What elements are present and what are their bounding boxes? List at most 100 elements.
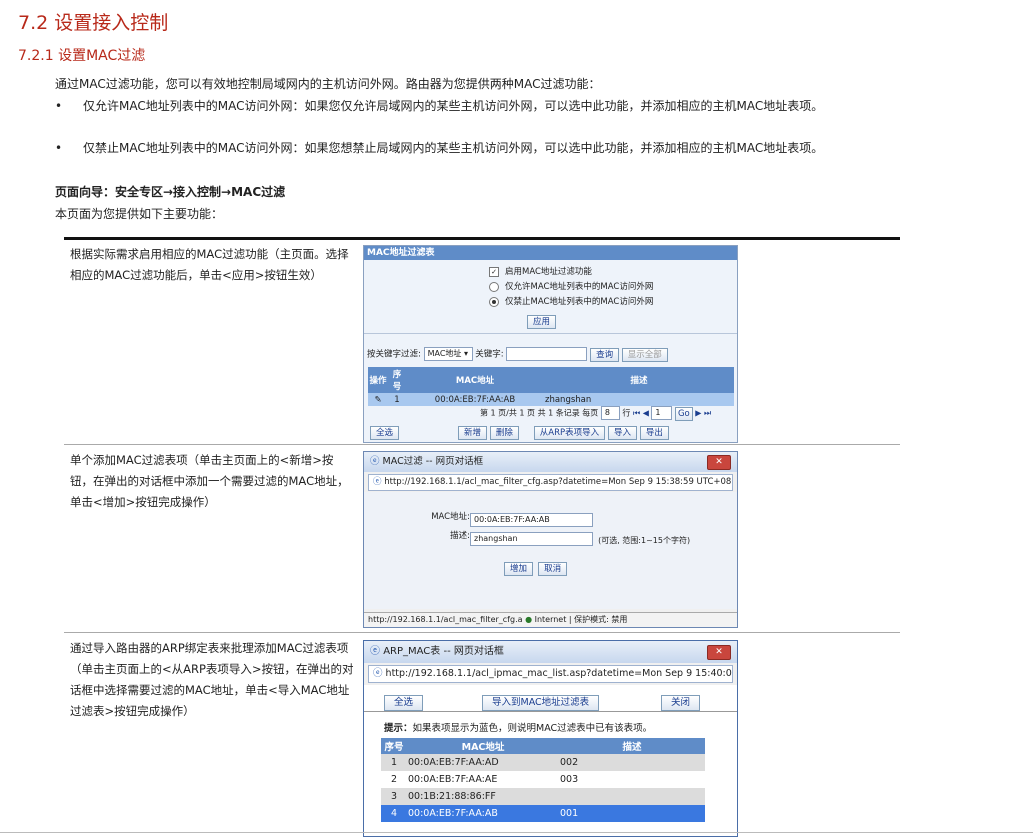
deny-option[interactable]: 仅禁止MAC地址列表中的MAC访问外网 <box>489 295 653 310</box>
close-button[interactable]: 关闭 <box>661 695 701 711</box>
row-desc: 003 <box>560 774 579 785</box>
table-top-rule <box>64 237 900 240</box>
confirm-add-button[interactable]: 增加 <box>504 562 534 576</box>
enable-filter-option[interactable]: ✓ 启用MAC地址过滤功能 <box>489 265 653 280</box>
table-row[interactable]: 3 00:1B:21:88:86:FF <box>381 788 705 805</box>
tip-label: 提示： <box>384 723 413 734</box>
select-all-button[interactable]: 全选 <box>384 695 424 711</box>
table-row-selected[interactable]: 4 00:0A:EB:7F:AA:AB 001 <box>381 805 705 822</box>
dialog-titlebar: ⓔ ARP_MAC表 -- 网页对话框 ✕ <box>364 641 737 663</box>
page-input[interactable]: 1 <box>651 406 673 420</box>
last-page-icon[interactable]: ⏭ <box>704 409 711 418</box>
next-page-icon[interactable]: ▶ <box>695 409 701 418</box>
bullet-dot: • <box>55 141 63 155</box>
col-header: 操作 <box>369 376 387 386</box>
bullet-text: 仅禁止MAC地址列表中的MAC访问外网：如果您想禁止局域网内的某些主机访问外网，… <box>83 141 824 155</box>
table-row[interactable]: 1 00:0A:EB:7F:AA:AD 002 <box>381 754 705 771</box>
prev-page-icon[interactable]: ◀ <box>643 409 649 418</box>
edit-icon[interactable]: ✎ <box>368 393 388 406</box>
col-header: 序号 <box>392 370 402 392</box>
export-button[interactable]: 导出 <box>639 426 669 440</box>
import-to-filter-button[interactable]: 导入到MAC地址过滤表 <box>482 695 600 711</box>
apply-button[interactable]: 应用 <box>527 315 557 329</box>
row-no: 3 <box>390 791 398 802</box>
row-no: 1 <box>394 394 400 405</box>
col-header: 序号 <box>384 742 404 753</box>
url-bar: ⓔ http://192.168.1.1/acl_ipmac_mac_list.… <box>368 665 733 683</box>
deny-label: 仅禁止MAC地址列表中的MAC访问外网 <box>505 297 654 307</box>
page-bottom-rule <box>0 832 1033 833</box>
status-zone: Internet | 保护模式: 禁用 <box>534 615 628 624</box>
row-no: 1 <box>390 757 398 768</box>
per-page-input[interactable]: 8 <box>600 406 620 420</box>
add-mac-dialog-screenshot: ⓔ MAC过滤 -- 网页对话框 ✕ ⓔ http://192.168.1.1/… <box>363 451 738 628</box>
keyword-input[interactable] <box>506 347 588 361</box>
row-description: 根据实际需求启用相应的MAC过滤功能（主页面。选择相应的MAC过滤功能后，单击<… <box>70 247 349 282</box>
row-no: 2 <box>390 774 398 785</box>
allow-option[interactable]: 仅允许MAC地址列表中的MAC访问外网 <box>489 280 653 295</box>
url-text: http://192.168.1.1/acl_mac_filter_cfg.as… <box>384 477 733 487</box>
row-mac: 00:0A:EB:7F:AA:AE <box>408 774 498 785</box>
row-description: 通过导入路由器的ARP绑定表来批理添加MAC过滤表项（单击主页面上的<从ARP表… <box>70 641 354 718</box>
mac-filter-table: 操作 序号 MAC地址 描述 ✎ 1 00:0A:EB:7F:AA:AB zha… <box>368 367 734 406</box>
add-button[interactable]: 新增 <box>458 426 488 440</box>
desc-input[interactable]: zhangshan <box>470 531 593 546</box>
radio-icon[interactable] <box>489 281 499 292</box>
filter-select[interactable]: MAC地址 ▾ <box>423 347 473 361</box>
row-mac: 00:0A:EB:7F:AA:AB <box>408 808 498 819</box>
status-bar: http://192.168.1.1/acl_mac_filter_cfg.a … <box>364 612 737 627</box>
globe-icon: ● <box>525 615 533 624</box>
pager-text: 第 1 页/共 1 页 共 1 条记录 每页 <box>480 408 599 418</box>
arp-mac-table: 序号 MAC地址 描述 1 00:0A:EB:7F:AA:AD 002 2 00… <box>381 738 705 822</box>
bullet-item: • 仅禁止MAC地址列表中的MAC访问外网：如果您想禁止局域网内的某些主机访问外… <box>55 138 915 159</box>
row-divider <box>64 632 900 633</box>
dialog-titlebar: ⓔ MAC过滤 -- 网页对话框 ✕ <box>364 452 737 472</box>
dialog-title: MAC过滤 -- 网页对话框 <box>382 456 484 467</box>
ie-icon: ⓔ <box>370 456 380 467</box>
status-url: http://192.168.1.1/acl_mac_filter_cfg.a <box>368 615 523 624</box>
keyword-label: 关键字: <box>475 349 504 360</box>
table-row[interactable]: 2 00:0A:EB:7F:AA:AE 003 <box>381 771 705 788</box>
mac-label: MAC地址: <box>431 512 470 522</box>
show-all-button[interactable]: 显示全部 <box>621 347 668 362</box>
pager-rows-label: 行 <box>622 408 631 418</box>
page-provides-text: 本页面为您提供如下主要功能： <box>55 207 224 221</box>
row-mac: 00:0A:EB:7F:AA:AB <box>434 394 516 405</box>
close-icon[interactable]: ✕ <box>707 645 731 660</box>
cancel-button[interactable]: 取消 <box>538 562 568 576</box>
mac-filter-main-screenshot: MAC地址过滤表 ✓ 启用MAC地址过滤功能 仅允许MAC地址列表中的MAC访问外… <box>363 245 738 443</box>
import-arp-button[interactable]: 从ARP表项导入 <box>533 426 606 440</box>
section-heading: 7.2 设置接入控制 <box>18 12 169 34</box>
intro-text: 通过MAC过滤功能，您可以有效地控制局域网内的主机访问外网。路由器为您提供两种M… <box>55 77 601 91</box>
ie-icon: ⓔ <box>370 646 380 657</box>
allow-label: 仅允许MAC地址列表中的MAC访问外网 <box>505 282 654 292</box>
row-divider <box>64 444 900 445</box>
query-button[interactable]: 查询 <box>590 347 620 362</box>
select-all-button[interactable]: 全选 <box>370 426 400 440</box>
desc-hint: (可选, 范围:1~15个字符) <box>598 536 691 545</box>
col-header: 描述 <box>630 376 648 386</box>
row-desc: 001 <box>560 808 579 819</box>
row-desc: zhangshan <box>545 394 592 405</box>
radio-selected-icon[interactable] <box>489 296 499 307</box>
nav-guide: 页面向导：安全专区→接入控制→MAC过滤 <box>55 185 286 199</box>
screenshot-title: MAC地址过滤表 <box>364 246 737 260</box>
enable-label: 启用MAC地址过滤功能 <box>505 267 592 277</box>
subsection-heading: 7.2.1 设置MAC过滤 <box>18 48 146 64</box>
first-page-icon[interactable]: ⏮ <box>633 409 640 418</box>
tip-body: 如果表项显示为蓝色，则说明MAC过滤表中已有该表项。 <box>412 723 653 734</box>
delete-button[interactable]: 删除 <box>489 426 519 440</box>
import-button[interactable]: 导入 <box>608 426 638 440</box>
col-header: 描述 <box>622 742 642 753</box>
col-header: MAC地址 <box>455 376 495 386</box>
filter-label: 按关键字过滤: <box>367 349 421 360</box>
go-button[interactable]: Go <box>674 406 693 421</box>
checkbox-checked-icon[interactable]: ✓ <box>489 266 499 277</box>
close-icon[interactable]: ✕ <box>707 455 731 470</box>
desc-label: 描述: <box>450 531 470 541</box>
mac-input[interactable]: 00:0A:EB:7F:AA:AB <box>470 512 593 527</box>
arp-mac-dialog-screenshot: ⓔ ARP_MAC表 -- 网页对话框 ✕ ⓔ http://192.168.1… <box>363 640 738 837</box>
table-row[interactable]: ✎ 1 00:0A:EB:7F:AA:AB zhangshan <box>368 393 734 406</box>
bullet-item: • 仅允许MAC地址列表中的MAC访问外网：如果您仅允许局域网内的某些主机访问外… <box>55 96 915 117</box>
col-header: MAC地址 <box>461 742 505 753</box>
